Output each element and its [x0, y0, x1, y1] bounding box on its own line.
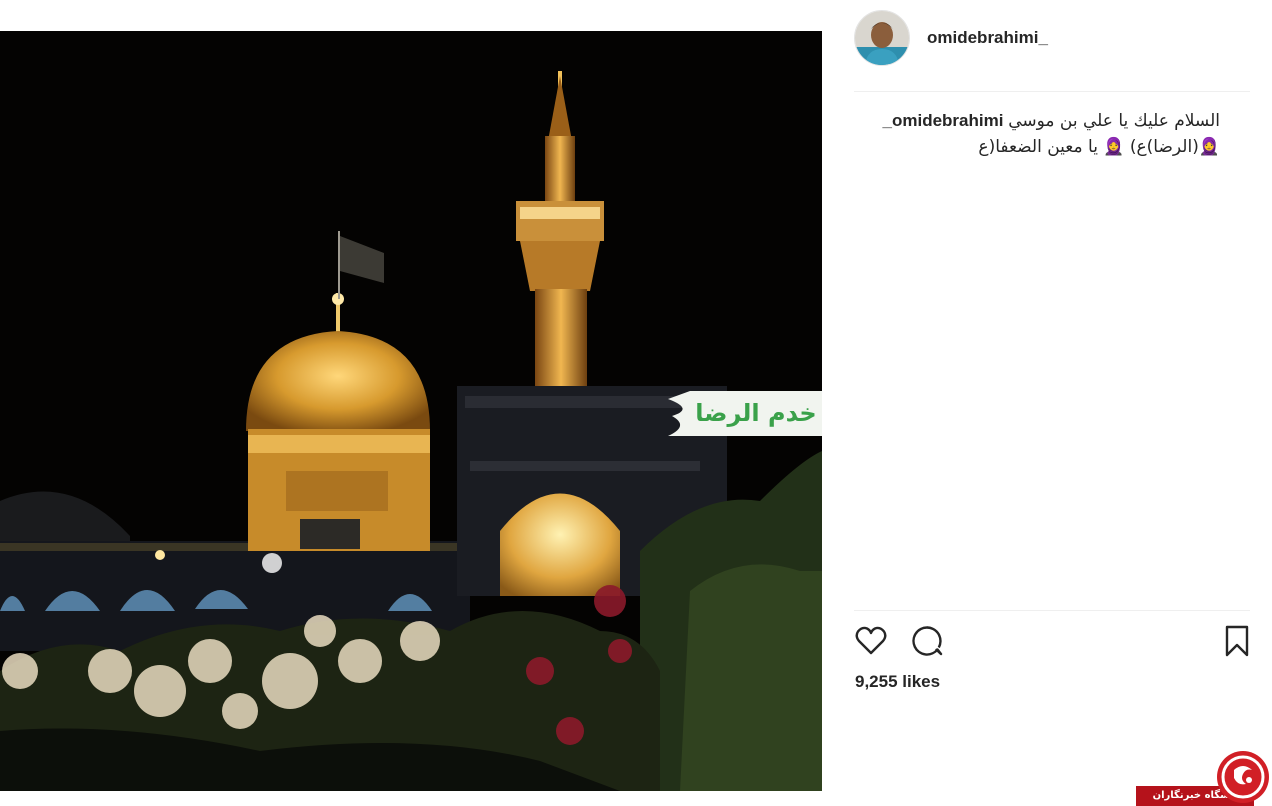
- actions-divider: [854, 610, 1250, 611]
- header-divider: [854, 91, 1250, 92]
- username-link[interactable]: omidebrahimi_: [927, 28, 1048, 48]
- post-side-panel: omidebrahimi_ السلام عليك يا علي بن موسي…: [822, 0, 1272, 806]
- avatar[interactable]: [854, 10, 910, 66]
- news-agency-logo-icon: [1217, 751, 1269, 803]
- bookmark-icon: [1225, 625, 1249, 657]
- save-button[interactable]: [1220, 624, 1254, 658]
- like-button[interactable]: [854, 624, 888, 658]
- watermark: باشگاه خبرنگاران: [1136, 746, 1272, 806]
- comment-button[interactable]: [910, 624, 944, 658]
- comment-icon: [912, 626, 943, 656]
- profile-photo-icon: [855, 11, 909, 65]
- post-header: omidebrahimi_: [854, 10, 1048, 66]
- photo-banner-text: خدم الرضا: [695, 399, 817, 427]
- heart-icon: [855, 626, 887, 655]
- caption-line-1: السلام عليك يا علي بن موسي: [1008, 111, 1220, 131]
- caption-username-link[interactable]: omidebrahimi_: [883, 111, 1004, 130]
- post-caption: السلام عليك يا علي بن موسي omidebrahimi_…: [854, 108, 1220, 160]
- caption-line-2: 🧕(الرضا)ع) 🧕 يا معين الضعفا(ع: [978, 137, 1220, 157]
- likes-count[interactable]: 9,255 likes: [855, 672, 940, 692]
- post-actions: [854, 624, 1249, 658]
- post-photo[interactable]: خدم الرضا: [0, 31, 822, 791]
